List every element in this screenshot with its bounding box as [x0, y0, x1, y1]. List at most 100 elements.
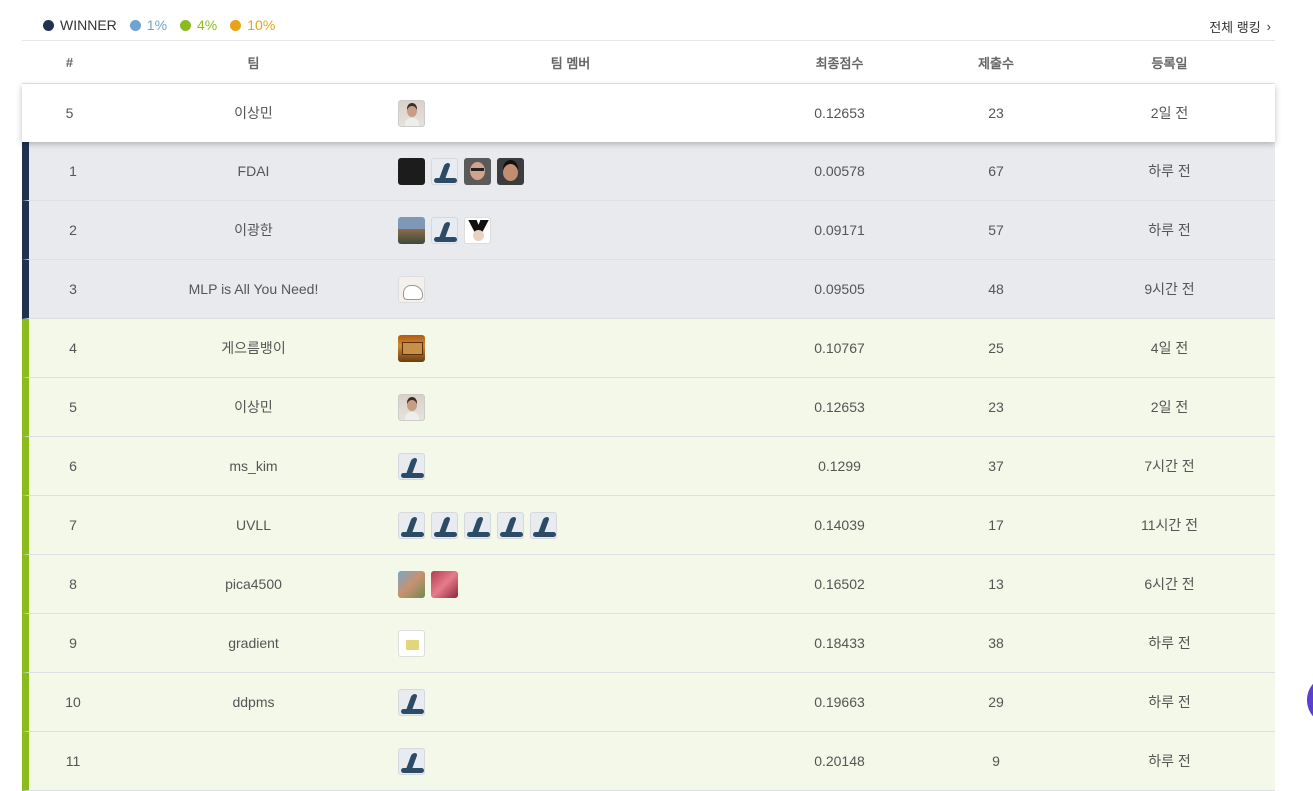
- member-avatar[interactable]: [398, 216, 425, 244]
- team-name-cell: UVLL: [235, 517, 272, 533]
- member-avatar[interactable]: [398, 747, 425, 775]
- date-cell: 2일 전: [1150, 399, 1189, 415]
- table-header: # 팀 팀 멤버 최종점수 제출수 등록일: [22, 41, 1275, 84]
- members-cell: [390, 747, 751, 775]
- member-avatar[interactable]: [398, 629, 425, 657]
- member-avatar[interactable]: [398, 157, 425, 185]
- team-name-cell: pica4500: [225, 576, 282, 592]
- date-cell: 9시간 전: [1144, 281, 1195, 297]
- members-cell: [390, 275, 751, 303]
- member-avatar[interactable]: [464, 511, 491, 539]
- member-avatar[interactable]: [464, 216, 491, 244]
- submissions-cell: 29: [988, 694, 1004, 710]
- members-cell: [390, 570, 751, 598]
- members-cell: [390, 216, 751, 244]
- members-cell: [390, 688, 751, 716]
- header-score: 최종점수: [815, 55, 864, 71]
- submissions-cell: 57: [988, 222, 1004, 238]
- score-cell: 0.1299: [818, 458, 861, 474]
- rank-cell: 8: [69, 576, 77, 592]
- legend-item: 10%: [230, 17, 275, 33]
- score-cell: 0.10767: [814, 340, 865, 356]
- member-avatar[interactable]: [464, 157, 491, 185]
- submissions-cell: 23: [988, 105, 1004, 121]
- score-cell: 0.20148: [814, 753, 865, 769]
- team-name-cell: MLP is All You Need!: [188, 281, 319, 297]
- rank-cell: 7: [69, 517, 77, 533]
- members-cell: [390, 334, 751, 362]
- rank-cell: 5: [69, 399, 77, 415]
- members-cell: [390, 629, 751, 657]
- member-avatar[interactable]: [398, 275, 425, 303]
- submissions-cell: 9: [992, 753, 1000, 769]
- member-avatar[interactable]: [431, 157, 458, 185]
- member-avatar[interactable]: [497, 511, 524, 539]
- table-row[interactable]: 11 0.20148 9 하루 전: [22, 732, 1275, 791]
- full-ranking-link[interactable]: 전체 랭킹 ›: [1209, 17, 1271, 36]
- member-avatar[interactable]: [398, 570, 425, 598]
- rank-cell: 9: [69, 635, 77, 651]
- member-avatar[interactable]: [431, 511, 458, 539]
- score-cell: 0.18433: [814, 635, 865, 651]
- table-row[interactable]: 5 이상민 0.12653 23 2일 전: [22, 378, 1275, 437]
- date-cell: 하루 전: [1148, 163, 1191, 179]
- date-cell: 2일 전: [1150, 105, 1189, 121]
- table-row[interactable]: 6 ms_kim 0.1299 37 7시간 전: [22, 437, 1275, 496]
- legend-label: 4%: [197, 17, 218, 33]
- full-ranking-label: 전체 랭킹: [1209, 20, 1261, 35]
- team-name-cell: 이상민: [234, 399, 273, 415]
- rank-cell: 1: [69, 163, 77, 179]
- table-row[interactable]: 9 gradient 0.18433 38 하루 전: [22, 614, 1275, 673]
- rank-cell: 4: [69, 340, 77, 356]
- members-cell: [390, 511, 751, 539]
- date-cell: 11시간 전: [1140, 517, 1199, 533]
- score-cell: 0.00578: [814, 163, 865, 179]
- member-avatar[interactable]: [398, 452, 425, 480]
- header-rank: #: [65, 54, 74, 70]
- member-avatar[interactable]: [497, 157, 524, 185]
- legend-bar: WINNER 1% 4% 10% 전체 랭킹 ›: [22, 0, 1275, 41]
- member-avatar[interactable]: [398, 99, 425, 127]
- legend-dot-icon: [43, 19, 54, 31]
- table-row[interactable]: 3 MLP is All You Need! 0.09505 48 9시간 전: [22, 260, 1275, 319]
- submissions-cell: 17: [988, 517, 1004, 533]
- member-avatar[interactable]: [398, 393, 425, 421]
- rank-cell: 6: [69, 458, 77, 474]
- table-row[interactable]: 1 FDAI 0.00578 67 하루 전: [22, 142, 1275, 201]
- chat-button[interactable]: [1307, 675, 1313, 725]
- date-cell: 하루 전: [1148, 753, 1191, 769]
- header-members: 팀 멤버: [550, 55, 591, 71]
- submissions-cell: 37: [988, 458, 1004, 474]
- team-name-cell: 이광한: [234, 222, 273, 238]
- submissions-cell: 25: [988, 340, 1004, 356]
- legend-label: 10%: [247, 17, 276, 33]
- table-row[interactable]: 4 게으름뱅이 0.10767 25 4일 전: [22, 319, 1275, 378]
- team-name-cell: 이상민: [234, 105, 273, 121]
- score-cell: 0.09171: [814, 222, 865, 238]
- members-cell: [390, 99, 751, 127]
- header-date: 등록일: [1151, 55, 1188, 71]
- submissions-cell: 48: [988, 281, 1004, 297]
- team-name-cell: 게으름뱅이: [221, 340, 286, 356]
- member-avatar[interactable]: [431, 216, 458, 244]
- table-row[interactable]: 5 이상민 0.12653 23 2일 전: [22, 84, 1275, 142]
- legend-label: 1%: [146, 17, 168, 33]
- legend-item: 4%: [180, 17, 217, 33]
- table-row[interactable]: 7 UVLL 0.14039 17 11시간 전: [22, 496, 1275, 555]
- member-avatar[interactable]: [398, 334, 425, 362]
- member-avatar[interactable]: [398, 688, 425, 716]
- member-avatar[interactable]: [431, 570, 458, 598]
- score-cell: 0.12653: [814, 105, 865, 121]
- table-row[interactable]: 2 이광한 0.09171 57 하루 전: [22, 201, 1275, 260]
- table-row[interactable]: 10 ddpms 0.19663 29 하루 전: [22, 673, 1275, 732]
- submissions-cell: 38: [988, 635, 1004, 651]
- score-cell: 0.12653: [814, 399, 865, 415]
- date-cell: 7시간 전: [1144, 458, 1195, 474]
- legend-dot-icon: [180, 19, 192, 31]
- members-cell: [390, 393, 751, 421]
- submissions-cell: 23: [988, 399, 1004, 415]
- member-avatar[interactable]: [398, 511, 425, 539]
- score-cell: 0.14039: [814, 517, 865, 533]
- member-avatar[interactable]: [530, 511, 557, 539]
- table-row[interactable]: 8 pica4500 0.16502 13 6시간 전: [22, 555, 1275, 614]
